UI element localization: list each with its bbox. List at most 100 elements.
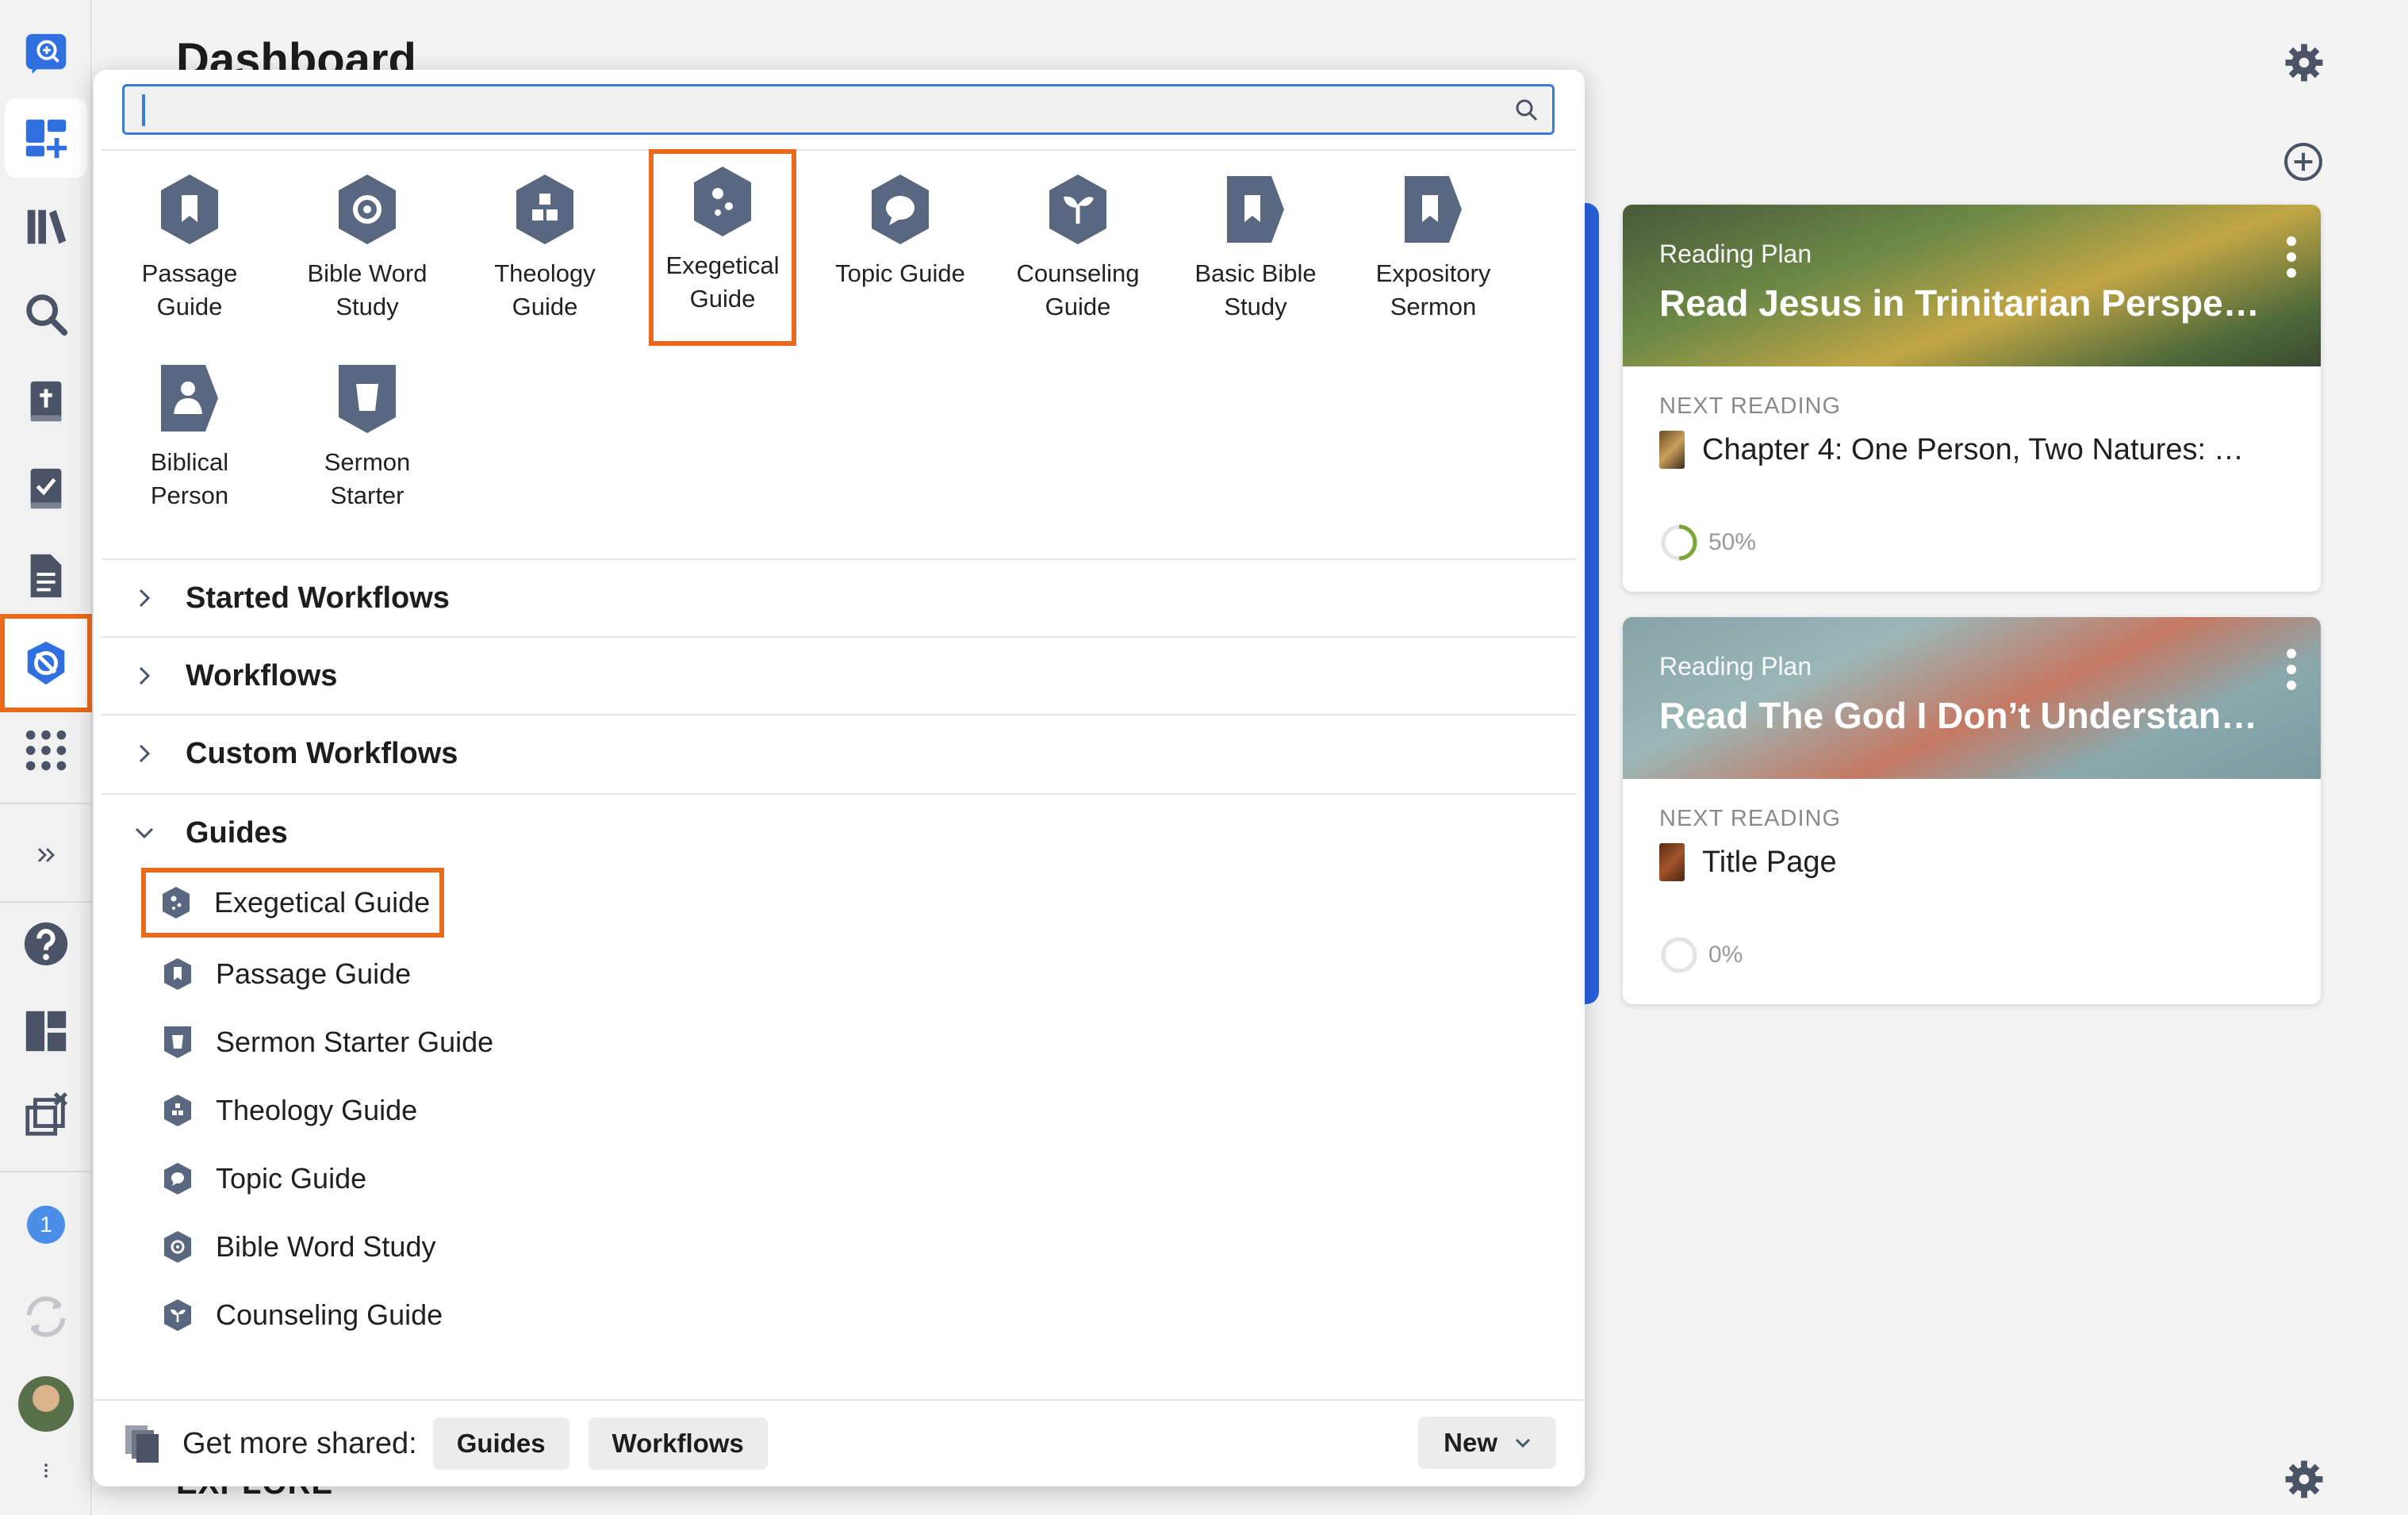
section-label: Workflows xyxy=(186,658,338,692)
guide-label: Bible Word Study xyxy=(216,1230,436,1263)
guide-item-theology[interactable]: Theology Guide xyxy=(143,1079,431,1142)
shared-guides-button[interactable]: Guides xyxy=(432,1417,569,1470)
card-menu-icon[interactable] xyxy=(2286,236,2297,278)
reading-plan-card[interactable]: Reading Plan Read Jesus in Trinitarian P… xyxy=(1623,205,2321,592)
rail-divider xyxy=(0,803,92,804)
guide-search-input[interactable] xyxy=(125,86,1489,132)
document-icon[interactable] xyxy=(0,536,92,616)
sync-icon[interactable] xyxy=(0,1277,92,1356)
guide-label: Theology Guide xyxy=(216,1094,418,1126)
exegetical-guide-icon xyxy=(163,887,190,919)
tile-label: Expository Sermon xyxy=(1375,259,1491,320)
tile-passage-guide[interactable]: Passage Guide xyxy=(116,157,263,344)
next-reading-title[interactable]: Title Page xyxy=(1702,846,2257,880)
counseling-guide-icon xyxy=(164,1299,191,1331)
topic-guide-icon xyxy=(164,1163,191,1195)
tile-bible-word-study[interactable]: Bible Word Study xyxy=(293,157,441,344)
tile-expository-sermon[interactable]: Expository Sermon xyxy=(1359,157,1507,344)
tile-basic-bible-study[interactable]: Basic Bible Study xyxy=(1182,157,1329,344)
search-icon[interactable] xyxy=(0,274,92,354)
chevron-right-icon xyxy=(139,744,151,763)
bible-icon[interactable] xyxy=(0,362,92,441)
passage-guide-icon xyxy=(161,175,218,244)
tile-label: Biblical Person xyxy=(150,448,229,509)
rail-divider xyxy=(0,901,92,903)
tile-theology-guide[interactable]: Theology Guide xyxy=(471,157,619,344)
progress-ring-icon xyxy=(1661,937,1697,973)
notifications-badge[interactable]: 1 xyxy=(0,1185,92,1264)
next-reading-label: NEXT READING xyxy=(1659,806,1842,831)
section-workflows[interactable]: Workflows xyxy=(102,636,1577,714)
dashboard-add-icon[interactable] xyxy=(5,98,87,178)
search-panel-icon[interactable] xyxy=(0,14,92,94)
guide-search-box[interactable] xyxy=(122,84,1555,135)
guide-label: Sermon Starter Guide xyxy=(216,1026,494,1058)
guide-label: Counseling Guide xyxy=(216,1298,443,1331)
section-label: Custom Workflows xyxy=(186,736,458,770)
progress-percent: 0% xyxy=(1708,942,1743,968)
reading-plan-kicker: Reading Plan xyxy=(1659,652,1812,681)
close-panels-icon[interactable] xyxy=(0,1076,92,1155)
library-icon[interactable] xyxy=(0,187,92,267)
topic-guide-icon xyxy=(872,175,929,244)
layouts-icon[interactable] xyxy=(0,991,92,1071)
tile-sermon-starter[interactable]: Sermon Starter xyxy=(293,346,441,533)
guide-item-counseling[interactable]: Counseling Guide xyxy=(143,1283,457,1347)
reading-plan-card[interactable]: Reading Plan Read The God I Don’t Unders… xyxy=(1623,617,2321,1004)
guide-label: Topic Guide xyxy=(216,1162,367,1195)
guides-popup: Passage Guide Bible Word Study Theology … xyxy=(94,70,1585,1486)
tile-label: Sermon Starter xyxy=(324,448,411,509)
guide-item-topic[interactable]: Topic Guide xyxy=(143,1147,381,1210)
bible-word-study-icon xyxy=(339,175,396,244)
tile-counseling-guide[interactable]: Counseling Guide xyxy=(1004,157,1152,344)
section-custom-workflows[interactable]: Custom Workflows xyxy=(102,714,1577,792)
dashboard-settings-icon[interactable] xyxy=(2284,43,2324,82)
explore-settings-icon[interactable] xyxy=(2284,1459,2324,1499)
next-reading-label: NEXT READING xyxy=(1659,393,1842,419)
expand-icon[interactable] xyxy=(0,815,92,895)
tile-label: Bible Word Study xyxy=(307,259,428,320)
sort-label: New xyxy=(1444,1428,1497,1457)
guide-item-passage[interactable]: Passage Guide xyxy=(143,942,425,1006)
biblical-person-icon xyxy=(161,365,218,431)
divider xyxy=(102,149,1577,151)
apps-grid-icon[interactable] xyxy=(0,711,92,790)
guide-item-bible-word-study[interactable]: Bible Word Study xyxy=(143,1215,450,1279)
section-started-workflows[interactable]: Started Workflows xyxy=(102,558,1577,636)
guides-icon[interactable] xyxy=(0,614,92,712)
sermon-starter-icon xyxy=(339,365,396,433)
tile-biblical-person[interactable]: Biblical Person xyxy=(116,346,263,533)
chevron-down-icon xyxy=(1515,1438,1531,1448)
tile-topic-guide[interactable]: Topic Guide xyxy=(826,157,974,344)
get-more-shared-label: Get more shared: xyxy=(182,1426,417,1460)
user-avatar xyxy=(18,1376,74,1432)
left-rail: 1 xyxy=(0,0,92,1515)
reading-plan-hero: Reading Plan Read Jesus in Trinitarian P… xyxy=(1623,205,2321,366)
search-icon[interactable] xyxy=(1514,98,1540,123)
shared-copies-icon xyxy=(125,1425,159,1463)
tile-exegetical-guide[interactable]: Exegetical Guide xyxy=(649,149,796,346)
checklist-icon[interactable] xyxy=(0,449,92,528)
notification-count: 1 xyxy=(27,1206,65,1244)
sort-dropdown[interactable]: New xyxy=(1418,1417,1556,1469)
section-label: Guides xyxy=(186,815,288,850)
passage-guide-icon xyxy=(164,958,191,990)
guide-item-sermon-starter[interactable]: Sermon Starter Guide xyxy=(143,1011,508,1074)
tile-label: Topic Guide xyxy=(835,259,965,287)
counseling-guide-icon xyxy=(1049,175,1106,244)
next-reading-title[interactable]: Chapter 4: One Person, Two Natures: Tw… xyxy=(1702,433,2257,467)
book-cover-icon xyxy=(1659,843,1685,881)
more-icon[interactable] xyxy=(0,1431,92,1510)
popup-footer: Get more shared: Guides Workflows New xyxy=(94,1399,1585,1486)
expository-sermon-icon xyxy=(1405,176,1462,243)
card-menu-icon[interactable] xyxy=(2286,649,2297,690)
reading-plan-title[interactable]: Read Jesus in Trinitarian Perspecti… xyxy=(1659,282,2278,324)
add-widget-icon[interactable] xyxy=(2283,141,2324,182)
shared-workflows-button[interactable]: Workflows xyxy=(588,1417,768,1470)
guide-label: Passage Guide xyxy=(216,957,412,990)
sermon-starter-icon xyxy=(164,1026,191,1058)
help-icon[interactable] xyxy=(0,904,92,984)
guide-item-exegetical[interactable]: Exegetical Guide xyxy=(141,868,445,938)
section-guides[interactable]: Guides xyxy=(102,793,1577,871)
reading-plan-title[interactable]: Read The God I Don’t Understand:… xyxy=(1659,694,2278,737)
